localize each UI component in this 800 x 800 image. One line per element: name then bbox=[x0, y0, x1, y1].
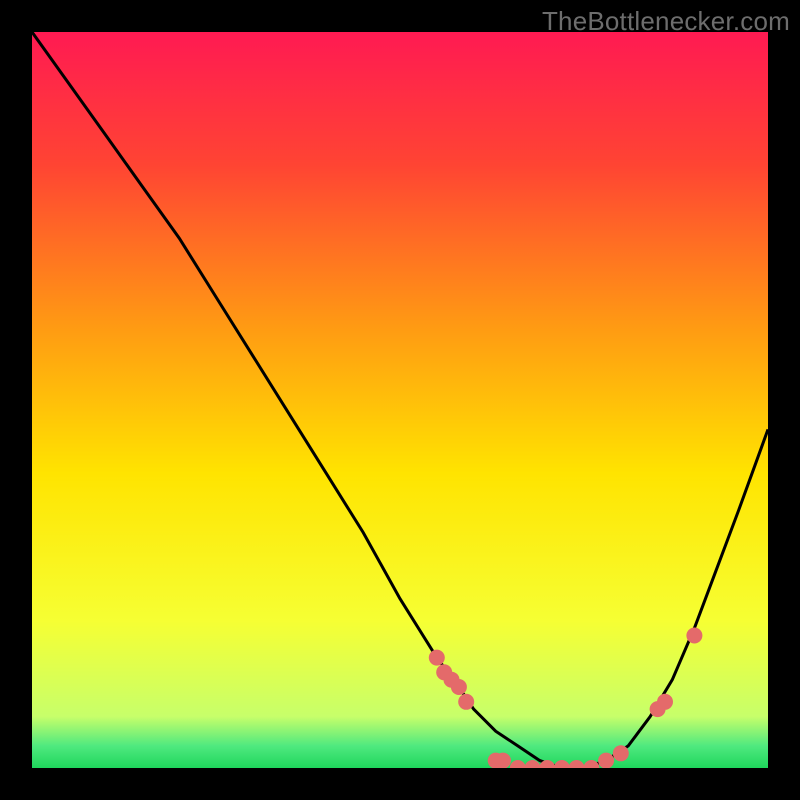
watermark-text: TheBottlenecker.com bbox=[542, 6, 790, 37]
sample-point bbox=[613, 745, 629, 761]
chart-frame bbox=[32, 32, 768, 768]
chart-background bbox=[32, 32, 768, 768]
sample-point bbox=[458, 694, 474, 710]
chart-svg bbox=[32, 32, 768, 768]
sample-point bbox=[429, 650, 445, 666]
sample-point bbox=[686, 628, 702, 644]
sample-point bbox=[451, 679, 467, 695]
sample-point bbox=[657, 694, 673, 710]
sample-point bbox=[598, 753, 614, 768]
sample-point bbox=[495, 753, 511, 768]
